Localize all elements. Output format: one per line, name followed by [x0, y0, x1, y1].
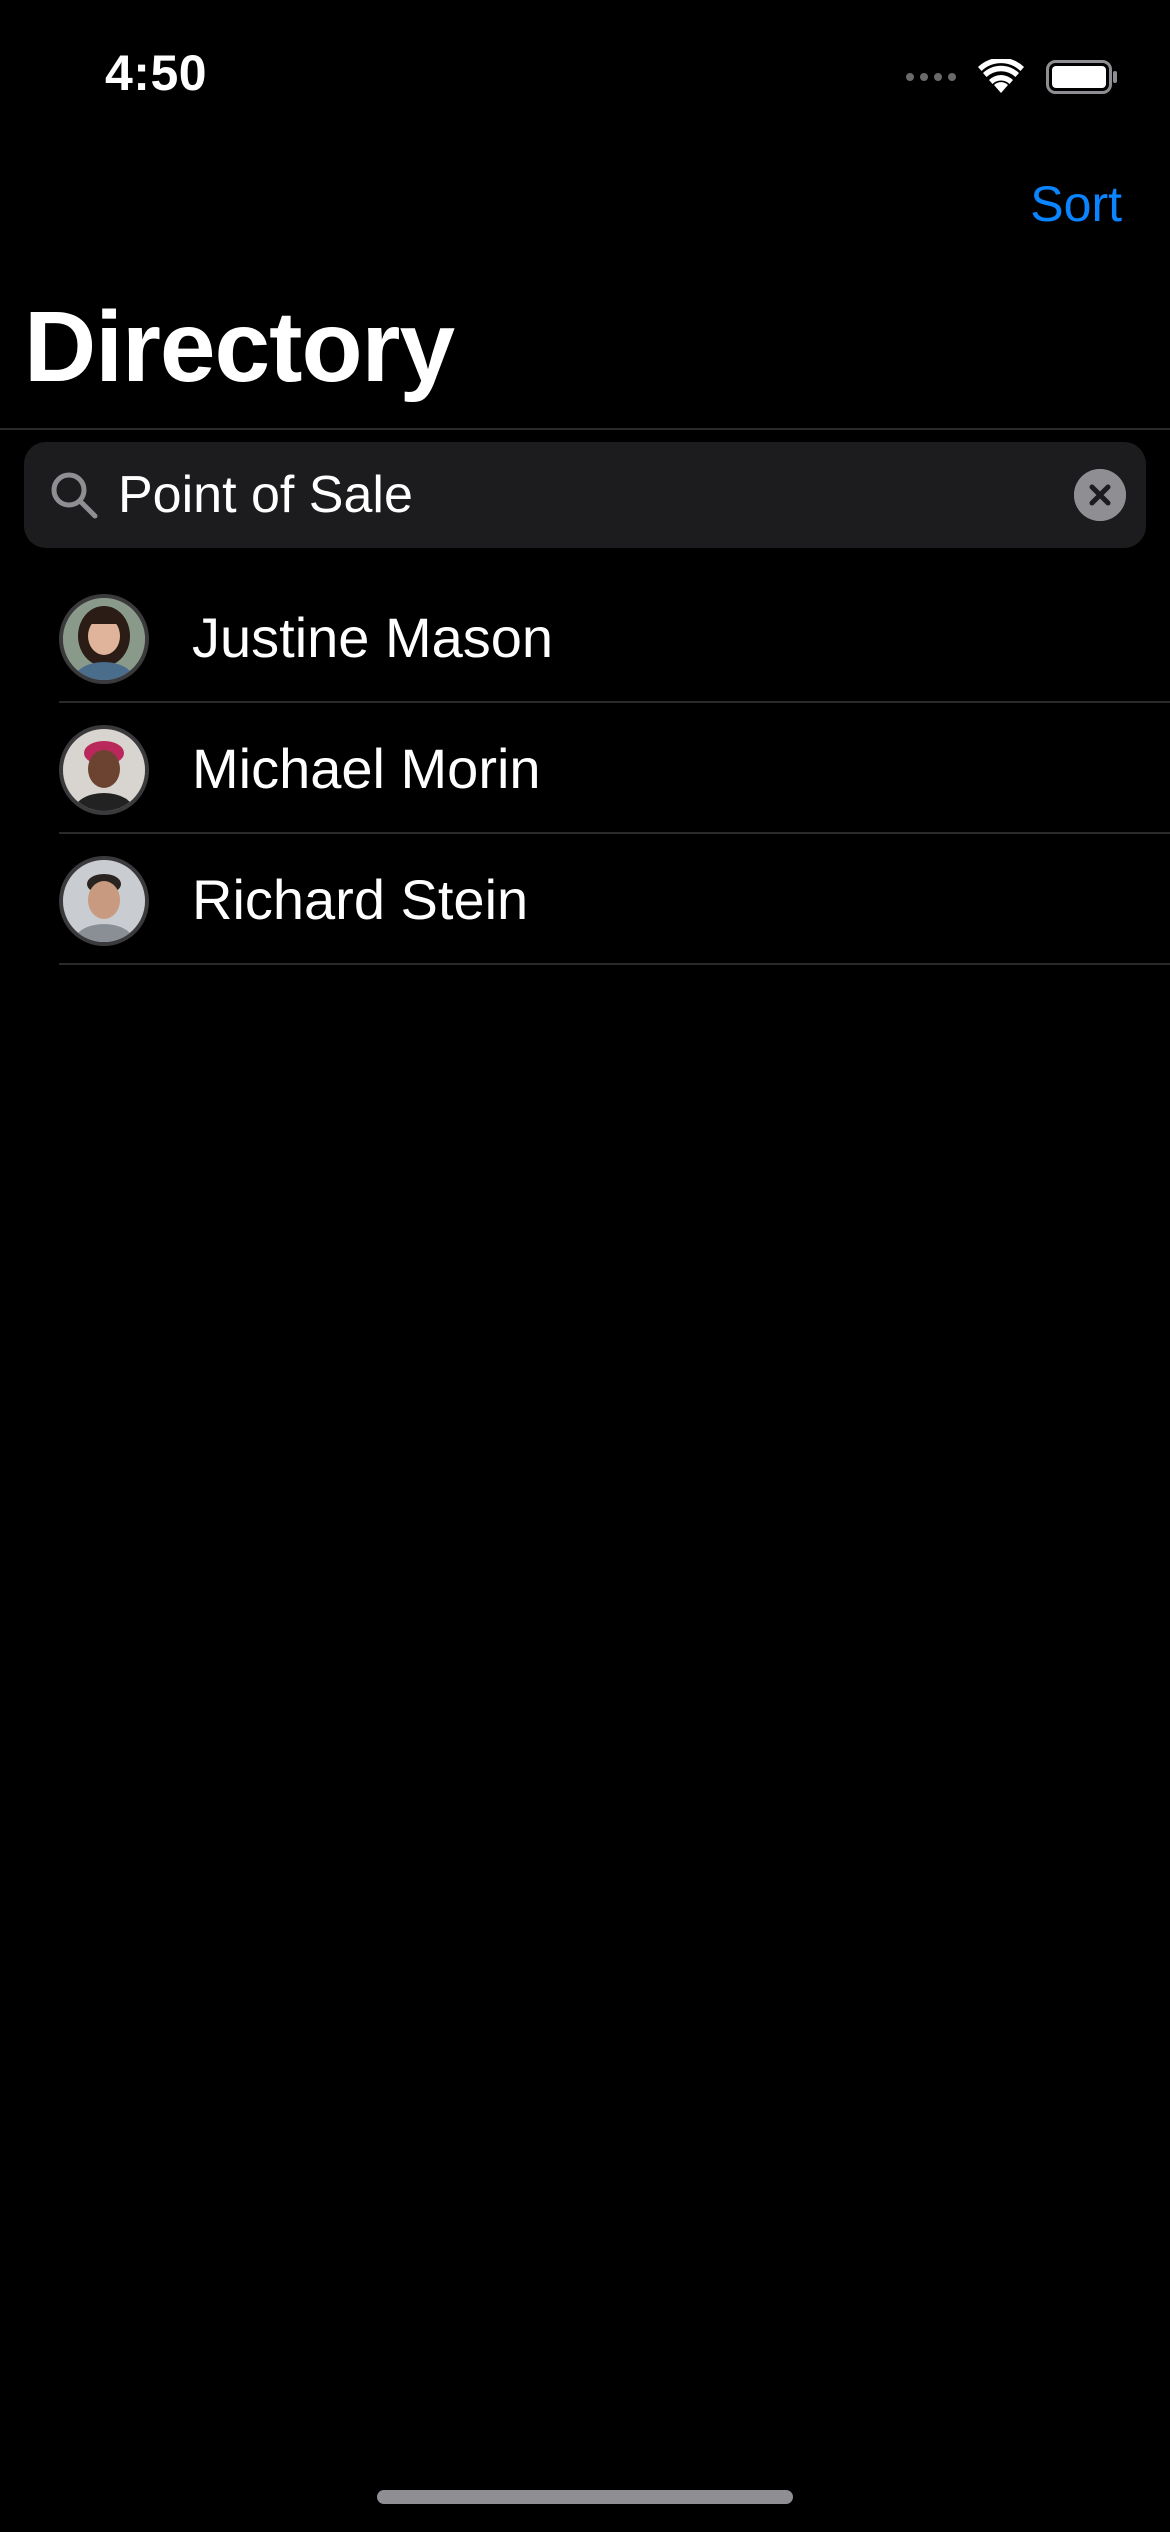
- contact-name: Richard Stein: [192, 868, 529, 931]
- contact-row-justine-mason[interactable]: Justine Mason: [0, 572, 1170, 703]
- search-icon: [48, 469, 100, 521]
- avatar: [59, 725, 149, 815]
- home-indicator[interactable]: [377, 2490, 793, 2504]
- clear-icon: [1074, 469, 1126, 521]
- avatar: [59, 856, 149, 946]
- nav-divider: [0, 428, 1170, 430]
- battery-icon: [1046, 60, 1118, 94]
- clear-search-button[interactable]: [1074, 469, 1126, 521]
- row-divider: [59, 963, 1170, 965]
- page-title: Directory: [24, 291, 455, 403]
- search-field[interactable]: [24, 442, 1146, 548]
- contact-name: Michael Morin: [192, 737, 541, 800]
- wifi-icon: [978, 59, 1024, 95]
- contact-list: Justine Mason Michael Morin Richard Stei…: [0, 572, 1170, 965]
- status-indicators: [906, 52, 1118, 102]
- status-bar: 4:50: [0, 0, 1170, 140]
- contact-row-richard-stein[interactable]: Richard Stein: [0, 834, 1170, 965]
- directory-screen: 4:50 Sort Directory Point of Sale Justin…: [0, 0, 1170, 2532]
- search-input[interactable]: [118, 442, 1018, 548]
- cellular-signal-icon: [906, 73, 956, 81]
- avatar: [59, 594, 149, 684]
- contact-name: Justine Mason: [192, 606, 554, 669]
- sort-button[interactable]: Sort: [1030, 175, 1122, 233]
- status-time: 4:50: [105, 45, 208, 101]
- contact-row-michael-morin[interactable]: Michael Morin: [0, 703, 1170, 834]
